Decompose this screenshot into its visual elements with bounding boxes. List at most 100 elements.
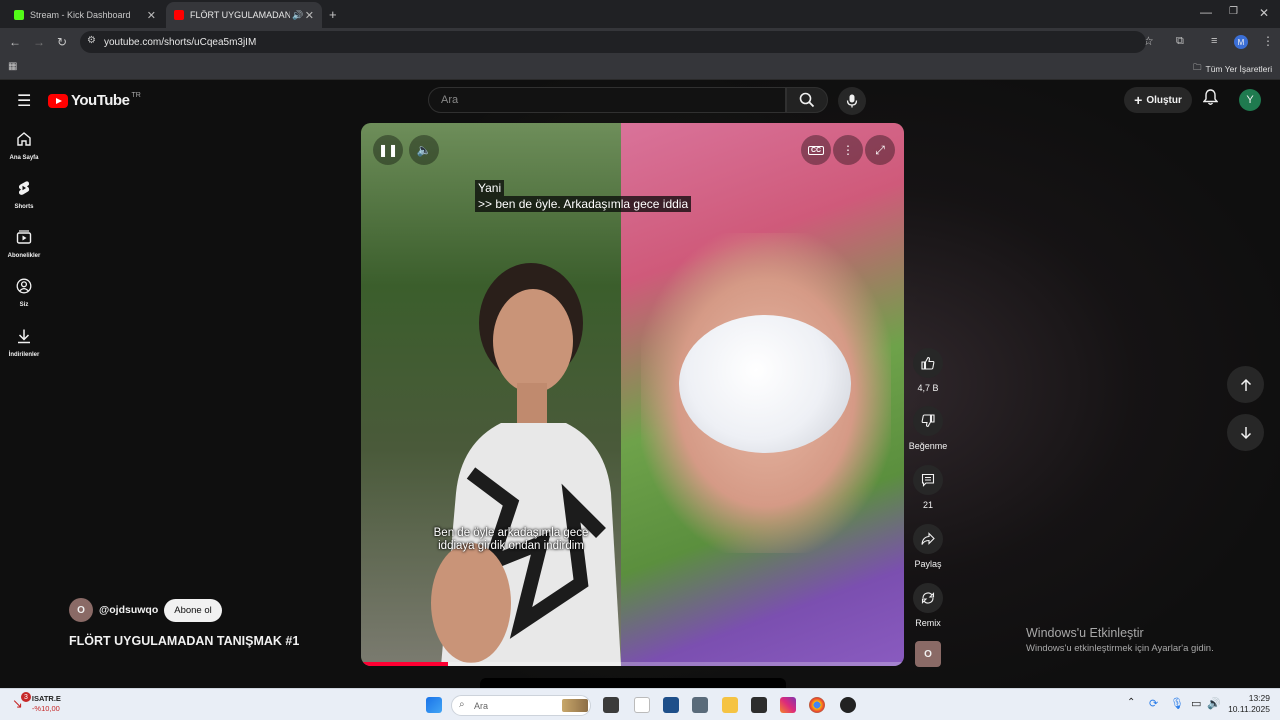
show-hidden-icons[interactable]: ⌃: [1127, 697, 1135, 708]
share-button[interactable]: Paylaş: [906, 524, 950, 569]
notepad-icon[interactable]: [634, 697, 650, 713]
sync-icon[interactable]: ⟳: [1149, 697, 1158, 710]
all-bookmarks[interactable]: 🗀 Tüm Yer İşaretleri: [1193, 62, 1272, 76]
sidebar-item-you[interactable]: Siz: [0, 278, 48, 308]
comments-button[interactable]: 21: [906, 465, 950, 510]
channel-name[interactable]: @ojdsuwqo: [99, 604, 158, 616]
caption-line-1: Yani: [475, 180, 505, 196]
progress-bar[interactable]: [361, 662, 904, 666]
fullscreen-button[interactable]: ⤢: [865, 135, 895, 165]
comment-count: 21: [922, 500, 933, 510]
new-tab-button[interactable]: +: [329, 8, 337, 21]
arrow-down-icon: [1240, 426, 1251, 439]
extensions-icon[interactable]: ⧉: [1176, 36, 1184, 47]
taskbar-search[interactable]: ⌕ Ara: [451, 695, 591, 716]
sidebar-label: Abonelikler: [7, 253, 41, 259]
all-bookmarks-label: Tüm Yer İşaretleri: [1205, 64, 1273, 74]
sidebar-label: Siz: [19, 302, 29, 308]
restore-icon[interactable]: ❐: [1229, 7, 1238, 17]
sidebar-item-downloads[interactable]: İndirilenler: [0, 328, 48, 358]
search-highlight-image: [562, 699, 588, 712]
bell-icon: [1202, 89, 1219, 105]
site-info-icon[interactable]: ⚙: [87, 36, 96, 46]
windows-taskbar: ↘ 3 ISATR.E -%10,00 ⌕ Ara ⌃ ⟳ 🎙 ▭ 🔊 13:2…: [0, 688, 1280, 720]
clock-date: 10.11.2025: [1228, 704, 1270, 714]
progress-fill: [361, 662, 448, 666]
region-code: TR: [131, 92, 141, 99]
create-button[interactable]: + Oluştur: [1124, 87, 1192, 113]
sidebar-label: İndirilenler: [8, 352, 40, 358]
minimize-icon[interactable]: —: [1200, 6, 1212, 18]
subscribe-button[interactable]: Abone ol: [164, 598, 222, 622]
menu-icon[interactable]: ☰: [17, 91, 31, 111]
download-icon: [18, 329, 30, 344]
start-button[interactable]: [426, 697, 442, 713]
next-short-button[interactable]: [1227, 414, 1264, 451]
sidebar-item-home[interactable]: Ana Sayfa: [0, 131, 48, 161]
tab-kick-dashboard[interactable]: Stream - Kick Dashboard ✕: [6, 2, 164, 28]
chrome-icon[interactable]: [809, 697, 825, 713]
audio-icon[interactable]: 🔊: [292, 10, 303, 21]
create-label: Oluştur: [1146, 94, 1182, 106]
remix-icon: [921, 592, 935, 604]
display-icon[interactable]: ▭: [1191, 697, 1201, 710]
stock-widget[interactable]: ↘ 3 ISATR.E -%10,00: [12, 692, 61, 714]
reload-icon[interactable]: ↻: [57, 36, 67, 48]
file-explorer-icon[interactable]: [722, 697, 738, 713]
browser-menu-icon[interactable]: ⋮: [1262, 35, 1274, 47]
previous-short-button[interactable]: [1227, 366, 1264, 403]
volume-button[interactable]: 🔈: [409, 135, 439, 165]
youtube-icon: [174, 10, 184, 20]
search-input[interactable]: Ara: [428, 87, 786, 113]
captions-button[interactable]: CC: [801, 135, 831, 165]
shorts-video-player[interactable]: ❚❚ 🔈 CC ⋮ ⤢ Yani >> ben de öyle. Arkadaş…: [361, 123, 904, 666]
arrow-up-icon: [1240, 378, 1251, 391]
media-controls-icon[interactable]: ≡: [1211, 36, 1217, 47]
close-window-icon[interactable]: ✕: [1259, 7, 1269, 19]
remix-label: Remix: [915, 618, 941, 628]
task-view-icon[interactable]: [603, 697, 619, 713]
apps-grid-icon[interactable]: ▦: [8, 62, 17, 72]
sidebar-item-subscriptions[interactable]: Abonelikler: [0, 229, 48, 259]
like-button[interactable]: 4,7 B: [906, 348, 950, 393]
instagram-icon[interactable]: [780, 697, 796, 713]
close-tab-icon[interactable]: ✕: [305, 9, 314, 22]
remix-button[interactable]: Remix: [906, 583, 950, 628]
sidebar-label: Shorts: [14, 204, 34, 210]
dislike-button[interactable]: Beğenme: [906, 406, 950, 451]
video-ball: [679, 315, 851, 453]
channel-avatar[interactable]: O: [69, 598, 93, 622]
forward-icon[interactable]: →: [33, 36, 45, 48]
microphone-icon: [846, 94, 858, 108]
tab-youtube-short[interactable]: FLÖRT UYGULAMADAN TA 🔊 ✕: [166, 2, 322, 28]
youtube-play-icon: [48, 93, 68, 108]
obs-icon[interactable]: [840, 697, 856, 713]
cc-icon: CC: [807, 145, 825, 155]
back-icon[interactable]: ←: [9, 36, 21, 48]
speaker-icon[interactable]: 🔊: [1207, 697, 1221, 710]
youtube-logo[interactable]: YouTube TR: [48, 92, 141, 109]
share-label: Paylaş: [914, 559, 942, 569]
clock[interactable]: 13:29 10.11.2025: [1228, 693, 1270, 715]
search-button[interactable]: [786, 87, 828, 113]
channel-thumbnail[interactable]: O: [915, 641, 941, 667]
video-overlay-text: Ben de öyle arkadaşımla gece iddiaya gir…: [433, 527, 589, 552]
pause-button[interactable]: ❚❚: [373, 135, 403, 165]
account-avatar[interactable]: Y: [1239, 89, 1261, 111]
notifications-button[interactable]: [1202, 89, 1219, 111]
close-tab-icon[interactable]: ✕: [147, 9, 156, 22]
channel-info: O @ojdsuwqo Abone ol: [69, 598, 222, 622]
youtube-page: ☰ YouTube TR Ara + Oluştur Y Ana Sayfa S…: [0, 80, 1280, 688]
calculator-icon[interactable]: [692, 697, 708, 713]
app-icon[interactable]: [663, 697, 679, 713]
profile-avatar[interactable]: M: [1234, 35, 1248, 49]
address-bar[interactable]: ⚙ youtube.com/shorts/uCqea5m3jIM: [80, 31, 1146, 53]
thumbs-down-icon: [921, 414, 935, 428]
more-options-button[interactable]: ⋮: [833, 135, 863, 165]
video-title[interactable]: FLÖRT UYGULAMADAN TANIŞMAK #1: [69, 634, 299, 648]
microphone-icon[interactable]: 🎙: [1170, 697, 1184, 710]
sidebar-item-shorts[interactable]: Shorts: [0, 180, 48, 210]
voice-search-button[interactable]: [838, 87, 866, 115]
stock-name: ISATR.E: [31, 694, 61, 703]
notes-app-icon[interactable]: [751, 697, 767, 713]
